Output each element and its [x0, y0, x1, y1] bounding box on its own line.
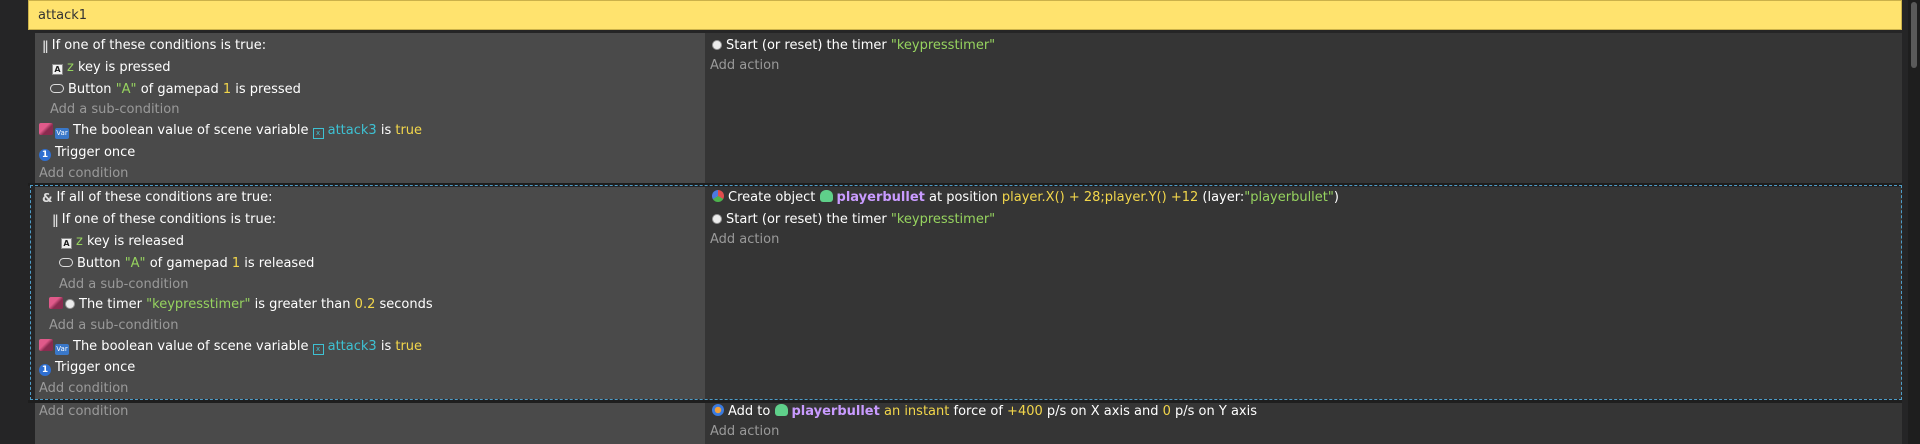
event1-gamepad-condition[interactable]: Button "A" of gamepad 1 is pressed — [50, 80, 301, 100]
event2-timer-condition[interactable]: The timer "keypresstimer" is greater tha… — [49, 295, 433, 315]
event2-key-condition[interactable]: Az key is released — [61, 232, 184, 252]
playerbullet-object-icon — [774, 404, 788, 416]
event-separator — [28, 183, 1902, 186]
group-title: attack1 — [38, 7, 88, 23]
event2-timer-action[interactable]: Start (or reset) the timer "keypresstime… — [712, 210, 995, 230]
timer-icon — [65, 299, 75, 309]
scene-variable-icon: Var — [55, 344, 69, 355]
event2-and-condition[interactable]: & If all of these conditions are true: — [42, 188, 272, 208]
event1-add-subcondition[interactable]: Add a sub-condition — [50, 100, 179, 120]
trigger-once-icon: 1 — [39, 149, 51, 161]
event2-add-action[interactable]: Add action — [710, 230, 779, 250]
invert-condition-icon — [49, 297, 63, 309]
event3-add-condition[interactable]: Add condition — [39, 402, 128, 422]
keyboard-icon: A — [52, 64, 63, 75]
event1-trigger-once[interactable]: 1 Trigger once — [39, 143, 135, 163]
event2-scenevar-condition[interactable]: Var The boolean value of scene variable x… — [39, 337, 422, 357]
event2-add-condition[interactable]: Add condition — [39, 379, 128, 399]
scene-variable-icon: Var — [55, 128, 69, 139]
and-icon: & — [42, 191, 53, 205]
event3-conditions-panel — [35, 403, 705, 444]
event1-add-condition[interactable]: Add condition — [39, 164, 128, 184]
event1-or-condition[interactable]: || If one of these conditions is true: — [42, 36, 266, 56]
event2-trigger-once[interactable]: 1 Trigger once — [39, 358, 135, 378]
event2-gamepad-condition[interactable]: Button "A" of gamepad 1 is released — [59, 254, 314, 274]
invert-condition-icon — [39, 339, 53, 351]
event3-force-action[interactable]: Add to playerbullet an instant force of … — [712, 402, 1257, 422]
playerbullet-object-icon — [819, 190, 833, 202]
event1-key-condition[interactable]: Az key is pressed — [52, 58, 170, 78]
invert-condition-icon — [39, 123, 53, 135]
event2-or-condition[interactable]: || If one of these conditions is true: — [52, 210, 276, 230]
event3-add-action[interactable]: Add action — [710, 422, 779, 442]
group-header[interactable]: attack1 — [28, 0, 1902, 30]
keyboard-icon: A — [61, 238, 72, 249]
event2-add-subcondition-inner[interactable]: Add a sub-condition — [59, 275, 188, 295]
event2-add-subcondition-outer[interactable]: Add a sub-condition — [49, 316, 178, 336]
create-object-icon — [712, 190, 724, 202]
event1-scenevar-condition[interactable]: Var The boolean value of scene variable x… — [39, 121, 422, 141]
variable-icon: x — [312, 128, 324, 139]
event1-add-action[interactable]: Add action — [710, 56, 779, 76]
event1-timer-action[interactable]: Start (or reset) the timer "keypresstime… — [712, 36, 995, 56]
trigger-once-icon: 1 — [39, 364, 51, 376]
or-icon: || — [42, 39, 49, 53]
timer-icon — [712, 214, 722, 224]
event2-create-action[interactable]: Create object playerbullet at position p… — [712, 188, 1339, 208]
variable-icon: x — [312, 344, 324, 355]
gamepad-icon — [59, 258, 73, 267]
or-icon: || — [52, 213, 59, 227]
scrollbar-thumb[interactable] — [1911, 2, 1917, 68]
gamepad-icon — [50, 84, 64, 93]
timer-icon — [712, 40, 722, 50]
force-icon — [712, 404, 724, 416]
